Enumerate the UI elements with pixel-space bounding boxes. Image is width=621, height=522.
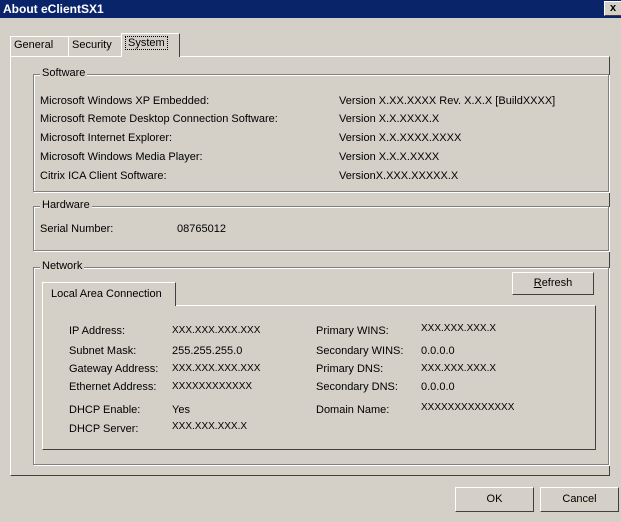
serial-number-label: Serial Number: bbox=[40, 223, 114, 235]
ip-address-value: XXX.XXX.XXX.XXX bbox=[172, 325, 261, 336]
primary-wins-value: XXX.XXX.XXX.X bbox=[421, 323, 497, 334]
primary-dns-value: XXX.XXX.XXX.X bbox=[421, 363, 497, 374]
software-group-title: Software bbox=[40, 67, 88, 79]
ethernet-address-label: Ethernet Address: bbox=[69, 381, 157, 393]
software-value: Version X.X.X.XXXX bbox=[339, 151, 440, 163]
window-title: About eClientSX1 bbox=[3, 2, 104, 16]
tab-local-area-connection-label: Local Area Connection bbox=[51, 288, 162, 300]
tab-system[interactable]: System bbox=[121, 33, 180, 57]
secondary-wins-label: Secondary WINS: bbox=[316, 345, 404, 357]
software-label: Microsoft Remote Desktop Connection Soft… bbox=[40, 113, 278, 125]
close-icon: x bbox=[609, 2, 617, 14]
hardware-group-title: Hardware bbox=[40, 199, 92, 211]
dhcp-server-value: XXX.XXX.XXX.X bbox=[172, 421, 248, 432]
title-bar[interactable]: About eClientSX1 x bbox=[0, 0, 621, 18]
about-dialog: About eClientSX1 x General Security Syst… bbox=[0, 0, 621, 522]
gateway-address-value: XXX.XXX.XXX.XXX bbox=[172, 363, 261, 374]
ip-address-label: IP Address: bbox=[69, 325, 126, 337]
secondary-dns-value: 0.0.0.0 bbox=[421, 381, 455, 393]
software-label: Microsoft Internet Explorer: bbox=[40, 132, 173, 144]
software-value: Version X.X.XXXX.X bbox=[339, 113, 440, 125]
cancel-button-label: Cancel bbox=[562, 493, 597, 505]
software-value: Version X.X.XXXX.XXXX bbox=[339, 132, 462, 144]
tab-local-area-connection[interactable]: Local Area Connection bbox=[42, 282, 176, 306]
tab-security-label: Security bbox=[72, 39, 112, 51]
cancel-button[interactable]: Cancel bbox=[540, 487, 619, 512]
ok-button-label: OK bbox=[486, 493, 503, 505]
dhcp-server-label: DHCP Server: bbox=[69, 423, 139, 435]
dhcp-enable-value: Yes bbox=[172, 404, 190, 416]
ethernet-address-value: XXXXXXXXXXXX bbox=[172, 381, 253, 392]
secondary-dns-label: Secondary DNS: bbox=[316, 381, 398, 393]
domain-name-label: Domain Name: bbox=[316, 404, 390, 416]
subnet-mask-value: 255.255.255.0 bbox=[172, 345, 243, 357]
software-value: Version X.XX.XXXX Rev. X.X.X [BuildXXXX] bbox=[339, 95, 556, 107]
network-group-title: Network bbox=[40, 260, 85, 272]
domain-name-value: XXXXXXXXXXXXXX bbox=[421, 402, 515, 413]
primary-wins-label: Primary WINS: bbox=[316, 325, 389, 337]
tab-system-label: System bbox=[125, 36, 168, 50]
gateway-address-label: Gateway Address: bbox=[69, 363, 159, 375]
tab-general-label: General bbox=[14, 39, 54, 51]
primary-dns-label: Primary DNS: bbox=[316, 363, 384, 375]
dhcp-enable-label: DHCP Enable: bbox=[69, 404, 141, 416]
software-value: VersionX.XXX.XXXXX.X bbox=[339, 170, 459, 182]
refresh-accelerator: R bbox=[533, 277, 542, 289]
subnet-mask-label: Subnet Mask: bbox=[69, 345, 137, 357]
hardware-group: Hardware bbox=[33, 199, 609, 251]
refresh-button[interactable]: Refresh bbox=[512, 272, 594, 295]
software-label: Microsoft Windows XP Embedded: bbox=[40, 95, 210, 107]
secondary-wins-value: 0.0.0.0 bbox=[421, 345, 455, 357]
close-button[interactable]: x bbox=[604, 1, 621, 16]
software-label: Microsoft Windows Media Player: bbox=[40, 151, 203, 163]
tab-general[interactable]: General bbox=[10, 36, 69, 56]
refresh-label: efresh bbox=[541, 277, 573, 289]
ok-button[interactable]: OK bbox=[455, 487, 534, 512]
serial-number-value: 08765012 bbox=[177, 223, 226, 235]
tab-security[interactable]: Security bbox=[68, 36, 122, 56]
software-label: Citrix ICA Client Software: bbox=[40, 170, 167, 182]
